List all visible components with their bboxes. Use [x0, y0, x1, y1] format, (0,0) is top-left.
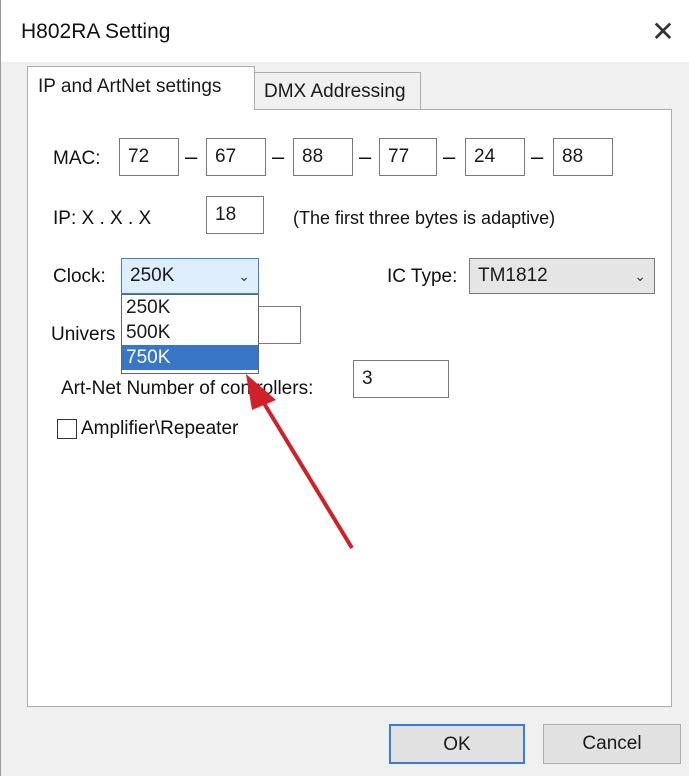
settings-dialog: H802RA Setting ✕ IP and ArtNet settings …	[0, 0, 689, 776]
mac-separator: –	[531, 144, 544, 169]
mac-octet-2[interactable]: 67	[206, 138, 266, 176]
tab-ip-artnet-settings[interactable]: IP and ArtNet settings	[27, 66, 255, 110]
clock-option-500k[interactable]: 500K	[122, 320, 258, 345]
clock-select[interactable]: 250K ⌄	[121, 258, 259, 294]
mac-separator: –	[359, 144, 372, 169]
clock-option-250k[interactable]: 250K	[122, 295, 258, 320]
mac-separator: –	[185, 144, 198, 169]
clock-dropdown-list: 250K 500K 750K	[121, 294, 259, 374]
mac-octet-6[interactable]: 88	[553, 138, 613, 176]
mac-octet-1[interactable]: 72	[119, 138, 179, 176]
amplifier-checkbox[interactable]	[57, 419, 77, 439]
mac-octet-5[interactable]: 24	[465, 138, 525, 176]
artnet-controllers-input[interactable]: 3	[353, 360, 449, 398]
artnet-controllers-label: Art-Net Number of controllers:	[61, 378, 314, 399]
chevron-down-icon: ⌄	[238, 268, 250, 284]
ip-label: IP: X . X . X	[53, 208, 152, 229]
clock-selected-value: 250K	[130, 265, 175, 286]
clock-label: Clock:	[53, 266, 106, 287]
ok-button[interactable]: OK	[389, 724, 525, 764]
amplifier-label: Amplifier\Repeater	[81, 418, 239, 439]
mac-label: MAC:	[53, 148, 101, 169]
mac-octet-3[interactable]: 88	[293, 138, 353, 176]
universe-input[interactable]	[257, 306, 301, 344]
chevron-down-icon: ⌄	[634, 268, 646, 284]
universe-label: Univers	[51, 324, 116, 345]
close-icon[interactable]: ✕	[641, 12, 685, 52]
window-title: H802RA Setting	[21, 20, 171, 43]
title-bar: H802RA Setting ✕	[1, 0, 689, 62]
ic-type-label: IC Type:	[387, 266, 458, 287]
ic-type-selected-value: TM1812	[478, 265, 548, 286]
clock-option-750k[interactable]: 750K	[122, 345, 258, 370]
cancel-button[interactable]: Cancel	[543, 724, 681, 764]
tab-panel	[27, 109, 672, 707]
tab-dmx-addressing[interactable]: DMX Addressing	[253, 72, 421, 110]
mac-octet-4[interactable]: 77	[379, 138, 437, 176]
ip-last-byte-input[interactable]: 18	[206, 196, 264, 234]
mac-separator: –	[443, 144, 456, 169]
ic-type-select[interactable]: TM1812 ⌄	[469, 258, 655, 294]
ip-note: (The first three bytes is adaptive)	[293, 208, 556, 228]
mac-separator: –	[272, 144, 285, 169]
